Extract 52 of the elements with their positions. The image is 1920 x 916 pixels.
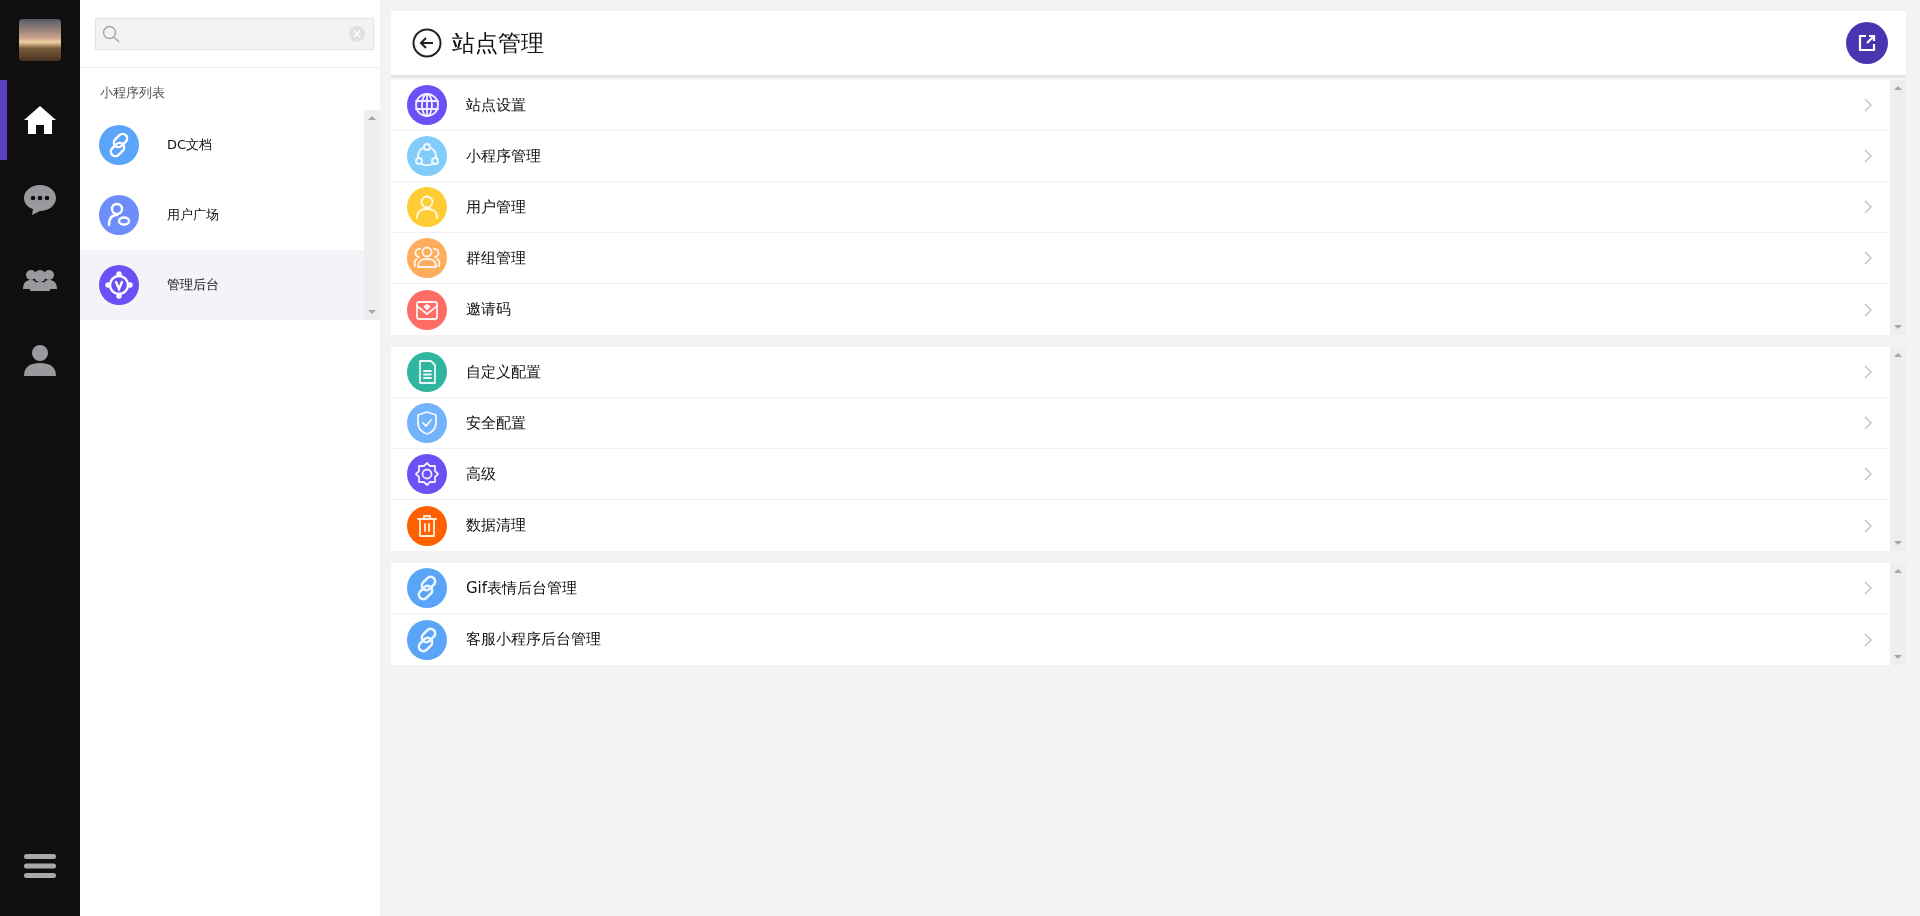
settings-row[interactable]: 小程序管理 bbox=[391, 131, 1890, 182]
scrollbar[interactable] bbox=[364, 110, 380, 320]
mini-program-item[interactable]: 用户广场 bbox=[80, 180, 364, 250]
row-label: 安全配置 bbox=[466, 413, 527, 433]
scrollbar[interactable] bbox=[1890, 80, 1906, 335]
row-label: 客服小程序后台管理 bbox=[466, 630, 602, 649]
chevron-right-icon bbox=[1864, 302, 1872, 317]
page-title: 站点管理 bbox=[452, 28, 544, 58]
row-label: 用户管理 bbox=[466, 197, 527, 217]
open-external-icon bbox=[1857, 33, 1877, 53]
chevron-right-icon bbox=[1864, 200, 1872, 214]
settings-row[interactable]: 用户管理 bbox=[391, 182, 1890, 233]
section-title: 小程序列表 bbox=[99, 84, 165, 102]
people-icon bbox=[23, 269, 57, 291]
row-label: 自定义配置 bbox=[466, 362, 542, 382]
search-icon bbox=[102, 25, 120, 43]
row-label: 群组管理 bbox=[466, 248, 527, 268]
mini-program-item[interactable]: 管理后台 bbox=[80, 250, 364, 320]
row-label: Gif表情后台管理 bbox=[466, 578, 579, 598]
settings-row[interactable]: 群组管理 bbox=[391, 233, 1890, 284]
person-icon bbox=[23, 344, 57, 376]
search-field[interactable] bbox=[95, 18, 374, 50]
chevron-right-icon bbox=[1864, 581, 1872, 595]
chevron-right-icon bbox=[1864, 149, 1872, 163]
settings-row[interactable]: 客服小程序后台管理 bbox=[391, 614, 1890, 665]
settings-row[interactable]: 邀请码 bbox=[391, 284, 1890, 335]
open-external-button[interactable] bbox=[1846, 22, 1888, 64]
settings-row[interactable]: 安全配置 bbox=[391, 398, 1890, 449]
avatar-photo-placeholder[interactable] bbox=[19, 19, 61, 61]
settings-row[interactable]: 自定义配置 bbox=[391, 347, 1890, 398]
row-label: 高级 bbox=[466, 464, 497, 484]
home-icon bbox=[23, 105, 57, 135]
chevron-right-icon bbox=[1864, 416, 1872, 430]
chevron-right-icon bbox=[1864, 98, 1872, 112]
settings-row[interactable]: 高级 bbox=[391, 449, 1890, 500]
chevron-right-icon bbox=[1864, 365, 1872, 379]
scrollbar[interactable] bbox=[1890, 347, 1906, 551]
row-label: 数据清理 bbox=[466, 516, 527, 535]
chat-bubble-icon bbox=[23, 184, 57, 216]
mini-program-item[interactable]: DC文档 bbox=[80, 110, 364, 180]
row-label: 邀请码 bbox=[466, 300, 512, 319]
scrollbar[interactable] bbox=[1890, 563, 1906, 665]
chevron-right-icon bbox=[1864, 251, 1872, 265]
settings-row[interactable]: Gif表情后台管理 bbox=[391, 563, 1890, 614]
menu-icon[interactable] bbox=[23, 852, 57, 880]
chevron-right-icon bbox=[1864, 467, 1872, 481]
row-label: 站点设置 bbox=[466, 95, 527, 115]
chevron-right-icon bbox=[1864, 518, 1872, 533]
settings-row[interactable]: 数据清理 bbox=[391, 500, 1890, 551]
row-label: 小程序管理 bbox=[466, 146, 542, 166]
chevron-right-icon bbox=[1864, 632, 1872, 647]
settings-row[interactable]: 站点设置 bbox=[391, 80, 1890, 131]
